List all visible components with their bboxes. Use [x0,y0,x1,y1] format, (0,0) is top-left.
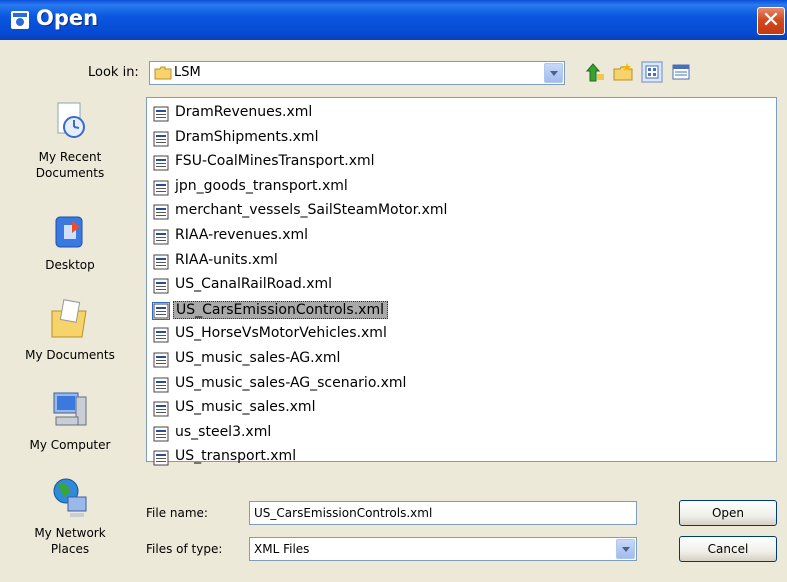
xml-file-icon [153,327,169,343]
dialog-title: Open [36,6,99,30]
file-name: US_CarsEmissionControls.xml [173,300,388,319]
my-documents-icon [51,299,87,338]
dialog-icon [11,11,29,29]
cancel-button[interactable]: Cancel [679,536,777,562]
xml-file-icon [153,106,169,122]
files-of-type-value: XML Files [254,542,310,556]
chevron-down-icon[interactable] [544,63,563,83]
files-of-type-label: Files of type: [146,542,223,556]
close-button[interactable]: ✕ [757,7,785,35]
place-label: Desktop [45,258,95,272]
place-label: My Documents [25,348,115,362]
place-label: My Recent [38,150,102,164]
xml-file-icon [153,155,169,171]
place-label-2: Documents [35,166,105,180]
xml-file-icon [153,278,169,294]
look-in-label: Look in: [88,65,139,80]
xml-file-icon [153,450,169,466]
file-name: US_music_sales-AG_scenario.xml [175,374,407,391]
place-my-network-places[interactable]: My Network Places [6,475,134,557]
place-label: My Computer [29,438,111,452]
xml-file-icon [152,301,170,320]
files-of-type-dropdown[interactable]: XML Files [249,537,637,561]
file-name: merchant_vessels_SailSteamMotor.xml [175,202,448,219]
file-name: US_HorseVsMotorVehicles.xml [175,325,387,342]
file-name: US_transport.xml [175,448,297,465]
file-name: US_music_sales.xml [175,399,316,416]
up-one-level-icon[interactable] [584,61,606,83]
file-name: us_steel3.xml [175,423,272,440]
xml-file-icon [153,180,169,196]
xml-file-icon [153,426,169,442]
chevron-down-icon[interactable] [616,539,635,559]
file-name-label: File name: [146,506,208,520]
folder-icon [154,66,172,80]
place-my-documents[interactable]: My Documents [6,297,134,363]
file-name: RIAA-units.xml [175,251,278,268]
open-button[interactable]: Open [679,500,777,526]
network-places-icon [53,478,87,517]
file-name: US_CanalRailRoad.xml [175,276,333,293]
place-label-2: Places [50,542,90,556]
xml-file-icon [153,131,169,147]
recent-documents-icon [57,102,85,138]
my-computer-icon [53,392,87,426]
xml-file-icon [153,352,169,368]
place-my-computer[interactable]: My Computer [6,387,134,453]
desktop-icon [55,216,83,248]
look-in-dropdown[interactable]: LSM [149,61,565,85]
place-my-recent-documents[interactable]: My Recent Documents [6,97,134,181]
file-name: DramShipments.xml [175,128,319,145]
file-name-input[interactable] [249,501,637,525]
place-label: My Network [34,526,106,540]
look-in-value: LSM [174,65,201,80]
file-name: jpn_goods_transport.xml [175,177,348,194]
file-list[interactable]: DramRevenues.xml DramShipments.xml FSU-Coa… [146,97,777,466]
file-name: US_music_sales-AG.xml [175,350,341,366]
file-name: DramRevenues.xml [175,104,313,120]
file-name: RIAA-revenues.xml [175,227,309,243]
xml-file-icon [153,377,169,393]
open-dialog: Open ✕ Look in: LSM My Recent Documents … [0,0,787,582]
title-bar[interactable]: Open ✕ [0,0,787,40]
xml-file-icon [153,229,169,245]
close-icon: ✕ [761,8,781,33]
new-folder-icon[interactable] [612,61,634,83]
xml-file-icon [153,204,169,220]
view-menu-icon[interactable] [641,61,663,83]
xml-file-icon [153,401,169,417]
places-bar: My Recent Documents Desktop My Documents [6,97,134,572]
place-desktop[interactable]: Desktop [6,213,134,273]
details-view-icon[interactable] [670,61,692,83]
xml-file-icon [153,254,169,270]
file-name: FSU-CoalMinesTransport.xml [175,153,375,170]
